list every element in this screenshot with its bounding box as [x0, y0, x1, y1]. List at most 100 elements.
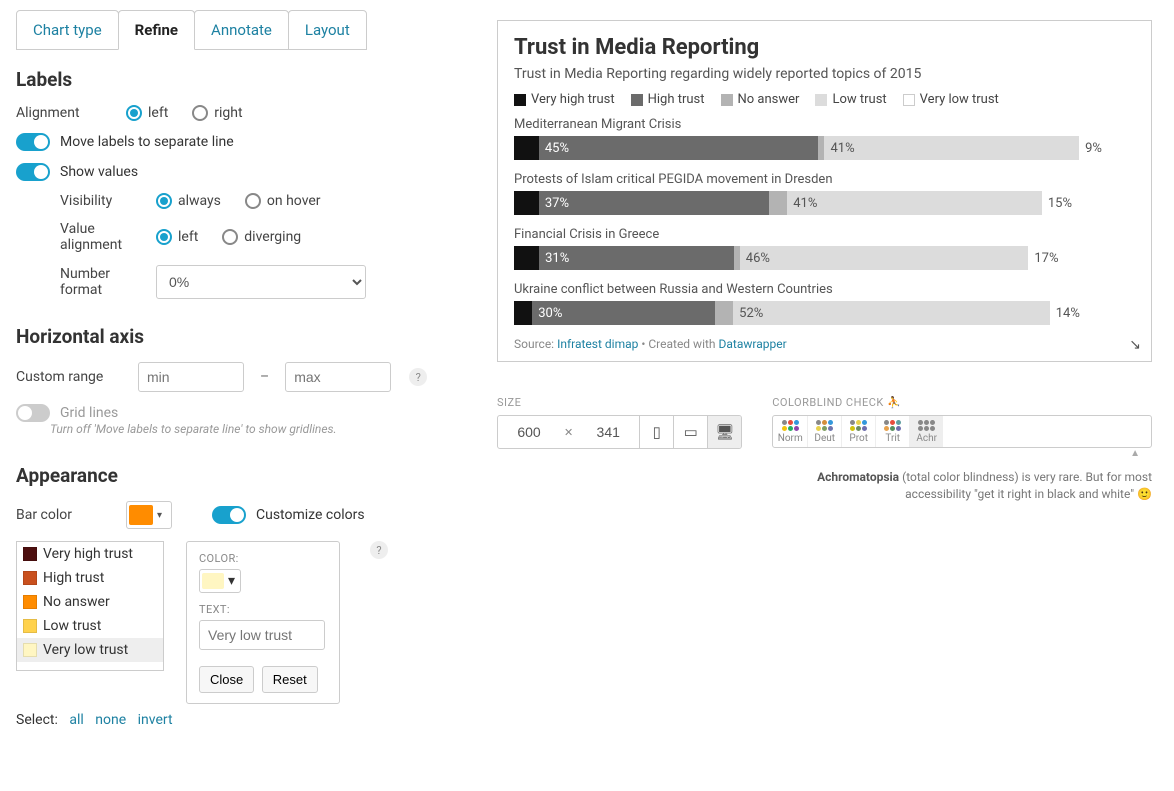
expand-icon[interactable]: ↘: [1129, 337, 1141, 353]
chart-legend: Very high trustHigh trustNo answerLow tr…: [514, 92, 1135, 107]
color-edit-panel: COLOR: ▾ TEXT: Close Reset: [186, 541, 340, 704]
bar-segment: 52%: [733, 301, 1050, 325]
gridlines-toggle[interactable]: Grid lines: [16, 404, 118, 422]
bar-color-picker[interactable]: ▾: [126, 501, 172, 529]
bar-segment: [715, 301, 733, 325]
help-icon[interactable]: ?: [409, 368, 427, 386]
colorblind-deut-button[interactable]: Deut: [807, 416, 841, 447]
width-input[interactable]: [498, 416, 560, 448]
size-control: ✕ ▯ ▭ 🖥: [497, 415, 742, 449]
bar-segment: 9%: [1079, 136, 1135, 160]
size-sep: ✕: [560, 416, 577, 448]
number-format-label: Number format: [60, 266, 146, 298]
source-link[interactable]: Infratest dimap: [557, 337, 638, 351]
device-tablet-icon[interactable]: ▭: [673, 416, 707, 448]
select-links: Select: all none invert: [16, 712, 459, 728]
move-labels-toggle[interactable]: Move labels to separate line: [16, 133, 234, 151]
device-mobile-icon[interactable]: ▯: [639, 416, 673, 448]
color-item[interactable]: Very low trust: [17, 638, 163, 662]
bar-segment: 14%: [1050, 301, 1135, 325]
close-button[interactable]: Close: [199, 666, 254, 693]
chart-title: Trust in Media Reporting: [514, 35, 1135, 60]
select-all-link[interactable]: all: [69, 712, 83, 728]
bar-segment: [769, 191, 788, 215]
select-none-link[interactable]: none: [95, 712, 126, 728]
chart-preview: Trust in Media Reporting Trust in Media …: [497, 20, 1152, 362]
bar-color-label: Bar color: [16, 507, 116, 523]
value-alignment-label: Value alignment: [60, 221, 146, 253]
series-text-input[interactable]: [199, 620, 325, 650]
visibility-label: Visibility: [60, 193, 146, 209]
colorblind-prot-button[interactable]: Prot: [841, 416, 875, 447]
bar-segment: 15%: [1042, 191, 1135, 215]
reset-button[interactable]: Reset: [262, 666, 318, 693]
text-field-label: TEXT:: [199, 603, 327, 616]
visibility-always-radio[interactable]: always: [156, 193, 221, 209]
customize-colors-toggle[interactable]: Customize colors: [212, 506, 365, 524]
alignment-radio-group: left right: [126, 105, 243, 121]
bar-segment: [514, 301, 532, 325]
value-align-diverging-radio[interactable]: diverging: [222, 229, 301, 245]
select-invert-link[interactable]: invert: [138, 712, 173, 728]
gridlines-hint: Turn off 'Move labels to separate line' …: [50, 422, 459, 436]
bar-segment: 17%: [1028, 246, 1135, 270]
editor-tabs: Chart typeRefineAnnotateLayout: [16, 10, 459, 50]
color-item[interactable]: Low trust: [17, 614, 163, 638]
device-desktop-icon[interactable]: 🖥: [707, 416, 741, 448]
range-max-input[interactable]: [285, 362, 391, 392]
bar-segment: [514, 191, 539, 215]
number-format-select[interactable]: 0%: [156, 265, 366, 299]
bar-row: Protests of Islam critical PEGIDA moveme…: [514, 172, 1135, 215]
visibility-hover-radio[interactable]: on hover: [245, 193, 321, 209]
bar-segment: 41%: [824, 136, 1079, 160]
tab-chart-type[interactable]: Chart type: [16, 10, 119, 50]
colorblind-buttons: NormDeutProtTritAchr: [772, 415, 1152, 448]
colorblind-norm-button[interactable]: Norm: [773, 416, 807, 447]
caret-down-icon: ▾: [228, 573, 235, 589]
chart-source: Source: Infratest dimap • Created with D…: [514, 337, 1135, 351]
legend-item: Very low trust: [903, 92, 999, 107]
bar-segment: [514, 136, 539, 160]
bar-row: Ukraine conflict between Russia and West…: [514, 282, 1135, 325]
tab-layout[interactable]: Layout: [288, 10, 367, 50]
colorblind-note: Achromatopsia (total color blindness) is…: [772, 469, 1152, 503]
legend-item: Very high trust: [514, 92, 615, 107]
range-dash: –: [254, 369, 275, 385]
bar-segment: 41%: [787, 191, 1042, 215]
size-label: SIZE: [497, 396, 742, 409]
bar-label: Mediterranean Migrant Crisis: [514, 117, 1135, 132]
align-left-radio[interactable]: left: [126, 105, 168, 121]
accessibility-icon: ⛹: [887, 396, 901, 409]
series-color-picker[interactable]: ▾: [199, 569, 241, 593]
chart-subtitle: Trust in Media Reporting regarding widel…: [514, 66, 1135, 82]
align-right-radio[interactable]: right: [192, 105, 242, 121]
color-series-list[interactable]: Very high trustHigh trustNo answerLow tr…: [16, 541, 164, 671]
color-item[interactable]: No answer: [17, 590, 163, 614]
bar-label: Protests of Islam critical PEGIDA moveme…: [514, 172, 1135, 187]
bar-row: Mediterranean Migrant Crisis45%41%9%: [514, 117, 1135, 160]
range-min-input[interactable]: [138, 362, 244, 392]
caret-down-icon: ▾: [157, 510, 162, 521]
colorblind-trit-button[interactable]: Trit: [875, 416, 909, 447]
legend-item: Low trust: [815, 92, 886, 107]
bar-segment: [514, 246, 539, 270]
bar-label: Financial Crisis in Greece: [514, 227, 1135, 242]
colorblind-achr-button[interactable]: Achr: [909, 416, 943, 447]
pointer-arrow-icon: ▲: [772, 448, 1152, 459]
datawrapper-link[interactable]: Datawrapper: [719, 337, 787, 351]
color-item[interactable]: Very high trust: [17, 542, 163, 566]
bar-segment: 37%: [539, 191, 769, 215]
bar-segment: 31%: [539, 246, 733, 270]
color-field-label: COLOR:: [199, 552, 327, 565]
appearance-heading: Appearance: [16, 464, 459, 487]
value-align-left-radio[interactable]: left: [156, 229, 198, 245]
bar-label: Ukraine conflict between Russia and West…: [514, 282, 1135, 297]
color-item[interactable]: High trust: [17, 566, 163, 590]
help-icon[interactable]: ?: [370, 541, 388, 559]
show-values-toggle[interactable]: Show values: [16, 163, 138, 181]
tab-refine[interactable]: Refine: [118, 10, 195, 50]
alignment-label: Alignment: [16, 105, 116, 121]
labels-heading: Labels: [16, 68, 459, 91]
height-input[interactable]: [577, 416, 639, 448]
tab-annotate[interactable]: Annotate: [194, 10, 289, 50]
